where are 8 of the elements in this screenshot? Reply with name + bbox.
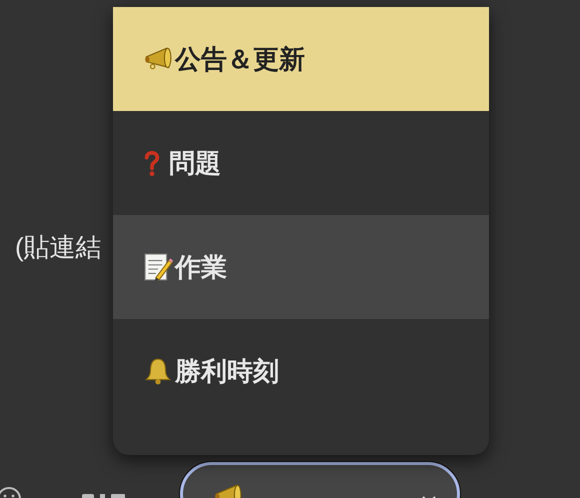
memo-pencil-icon [143,252,173,282]
link-hint-text: (貼連結 [15,231,103,264]
bell-icon [143,356,173,386]
menu-item[interactable]: 作業 [113,215,489,319]
menu-item[interactable]: 勝利時刻 [113,319,489,423]
menu-item[interactable]: 問題 [113,111,489,215]
question-mark-icon [143,148,161,178]
menu-item[interactable]: 公告＆更新 [113,7,489,111]
